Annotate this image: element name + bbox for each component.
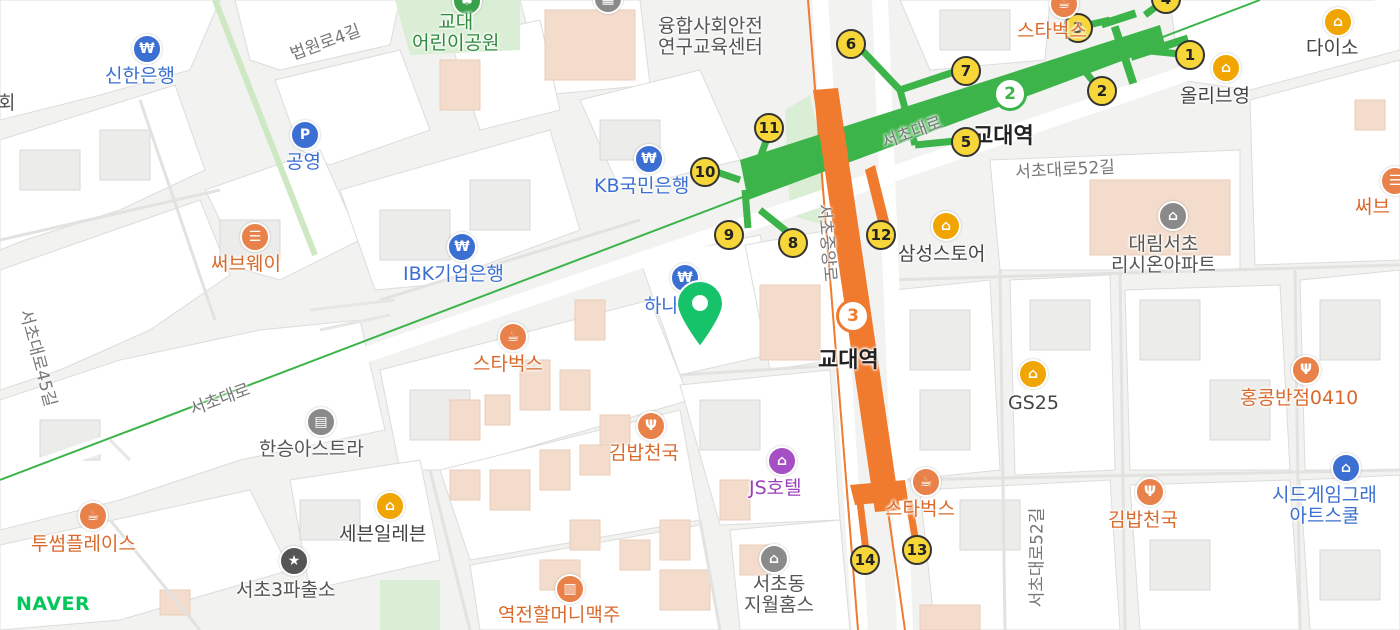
poi-subway[interactable]: 써브웨이 [211,254,281,275]
poi-twosome[interactable]: 투썸플레이스 [31,534,136,555]
exit-10[interactable]: 10 [690,157,720,187]
shop-icon[interactable]: ⌂ [1323,7,1353,37]
poi-parking[interactable]: 공영 [286,152,321,173]
poi-hongkong[interactable]: 홍콩반점0410 [1240,388,1358,409]
poi-kimbap-2[interactable]: 김밥천국 [1108,510,1178,531]
poi-starbucks-3[interactable]: 스타벅스 [1017,21,1087,42]
cafe-icon[interactable]: ☕ [911,467,941,497]
bank-icon[interactable]: ₩ [447,232,477,262]
poi-ibk-bank[interactable]: IBK기업은행 [403,264,504,285]
exit-8[interactable]: 8 [778,228,808,258]
hotel-icon[interactable]: ⌂ [767,446,797,476]
poi-daelim-apartment[interactable]: 대림서초 리시온아파트 [1111,234,1216,276]
road-label-seochodaero52gil-vertical: 서초대로52길 [1027,507,1048,608]
poi-kimbap-1[interactable]: 김밥천국 [609,443,679,464]
office-icon[interactable]: ▤ [306,407,336,437]
poi-hanseung-astra[interactable]: 한승아스트라 [259,439,364,460]
restaurant-icon[interactable]: Ψ [636,411,666,441]
police-icon[interactable]: ★ [279,546,309,576]
poi-gyodae-park[interactable]: 교대 어린이공원 [412,12,499,54]
burger-icon[interactable]: ☰ [240,222,270,252]
poi-research-center[interactable]: 융합사회안전 연구교육센터 [658,16,763,58]
exit-12[interactable]: 12 [866,220,896,250]
poi-samsung-store[interactable]: 삼성스토어 [898,244,985,265]
cafe-icon[interactable]: ☕ [498,322,528,352]
exit-13[interactable]: 13 [902,535,932,565]
parking-icon[interactable]: P [290,120,320,150]
poi-jiwol-homes[interactable]: 서초동 지월홈스 [744,574,814,616]
poi-beer[interactable]: 역전할머니맥주 [498,605,620,626]
poi-gs25[interactable]: GS25 [1008,393,1059,414]
store-icon[interactable]: ⌂ [375,491,405,521]
exit-2[interactable]: 2 [1087,76,1117,106]
poi-seed-game-school[interactable]: 시드게임그래 아트스쿨 [1272,485,1377,527]
restaurant-icon[interactable]: Ψ [1135,477,1165,507]
poi-shinhan-bank[interactable]: 신한은행 [105,66,175,87]
restaurant-icon[interactable]: Ψ [1291,355,1321,385]
school-icon[interactable]: ⌂ [1331,453,1361,483]
home-icon[interactable]: ⌂ [1158,201,1188,231]
exit-14[interactable]: 14 [850,545,880,575]
poi-subway-2[interactable]: 써브 [1355,197,1390,218]
poi-starbucks-1[interactable]: 스타벅스 [473,354,543,375]
bank-icon[interactable]: ₩ [132,34,162,64]
poi-kb-bank[interactable]: KB국민은행 [594,176,689,197]
poi-starbucks-2[interactable]: 스타벅스 [885,499,955,520]
poi-daiso[interactable]: 다이소 [1306,38,1358,59]
cafe-icon[interactable]: ☕ [78,501,108,531]
exit-7[interactable]: 7 [951,56,981,86]
exit-6[interactable]: 6 [836,29,866,59]
poi-oliveyoung[interactable]: 올리브영 [1180,86,1250,107]
exit-9[interactable]: 9 [714,220,744,250]
shop-icon[interactable]: ⌂ [1211,53,1241,83]
line-3-badge[interactable]: 3 [836,299,870,333]
poi-seven-eleven[interactable]: 세븐일레븐 [339,524,426,545]
poi-js-hotel[interactable]: JS호텔 [749,478,802,499]
exit-5[interactable]: 5 [951,127,981,157]
home-icon[interactable]: ⌂ [759,544,789,574]
line-2-badge[interactable]: 2 [993,77,1027,111]
exit-1[interactable]: 1 [1175,40,1205,70]
poi-partial-left[interactable]: 회 [0,93,15,114]
location-pin-icon[interactable] [673,277,727,353]
store-icon[interactable]: ⌂ [1018,359,1048,389]
exit-11[interactable]: 11 [754,113,784,143]
poi-police[interactable]: 서초3파출소 [236,580,336,601]
road-label-seochodaero52gil: 서초대로52길 [1014,157,1116,183]
map-canvas[interactable]: 2 3 교대역 교대역 1 2 3 4 5 6 7 8 9 10 11 12 1… [0,0,1400,630]
bar-icon[interactable]: ▥ [555,574,585,604]
station-label-line3[interactable]: 교대역 [818,342,879,374]
station-label-line2[interactable]: 교대역 [973,118,1034,150]
shop-icon[interactable]: ⌂ [931,211,961,241]
naver-logo: NAVER [16,593,91,615]
bank-icon[interactable]: ₩ [634,144,664,174]
